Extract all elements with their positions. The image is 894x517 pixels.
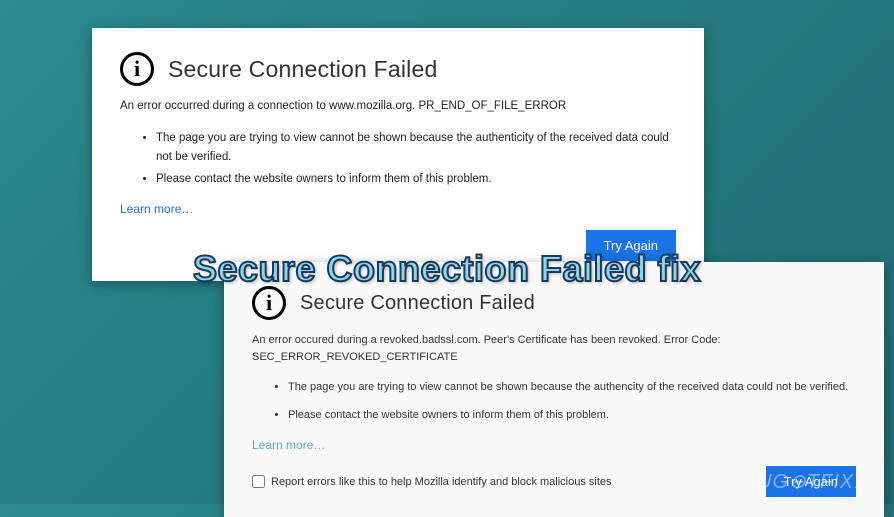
learn-more-link[interactable]: Learn more…	[252, 438, 325, 452]
error-detail-item: Please contact the website owners to inf…	[156, 170, 676, 188]
dialog-title: Secure Connection Failed	[300, 292, 535, 315]
dialog-header: i Secure Connection Failed	[252, 286, 856, 320]
error-detail-item: The page you are trying to view cannot b…	[288, 379, 856, 397]
error-code: SEC_ERROR_REVOKED_CERTIFICATE	[252, 351, 458, 363]
report-errors-checkbox[interactable]	[252, 475, 265, 488]
watermark: UG⊖TFIX.com	[757, 469, 878, 494]
report-errors-label: Report errors like this to help Mozilla …	[271, 476, 612, 488]
error-line: An error occured during a revoked.badssl…	[252, 334, 721, 346]
watermark-text: UG⊖TFIX	[757, 471, 854, 493]
error-message: An error occurred during a connection to…	[120, 98, 676, 115]
info-icon: i	[120, 52, 154, 86]
info-icon: i	[252, 286, 286, 320]
error-detail-item: Please contact the website owners to inf…	[288, 407, 856, 425]
overlay-caption: Secure Connection Failed fix	[193, 248, 701, 290]
report-errors-row[interactable]: Report errors like this to help Mozilla …	[252, 475, 612, 488]
error-dialog-1: i Secure Connection Failed An error occu…	[92, 28, 704, 281]
error-details-list: The page you are trying to view cannot b…	[120, 129, 676, 188]
error-detail-item: The page you are trying to view cannot b…	[156, 129, 676, 166]
error-message: An error occured during a revoked.badssl…	[252, 332, 856, 365]
dialog-header: i Secure Connection Failed	[120, 52, 676, 86]
error-details-list: The page you are trying to view cannot b…	[252, 379, 856, 424]
learn-more-link[interactable]: Learn more…	[120, 202, 193, 216]
dialog-title: Secure Connection Failed	[168, 56, 437, 83]
watermark-suffix: .com	[854, 479, 878, 491]
